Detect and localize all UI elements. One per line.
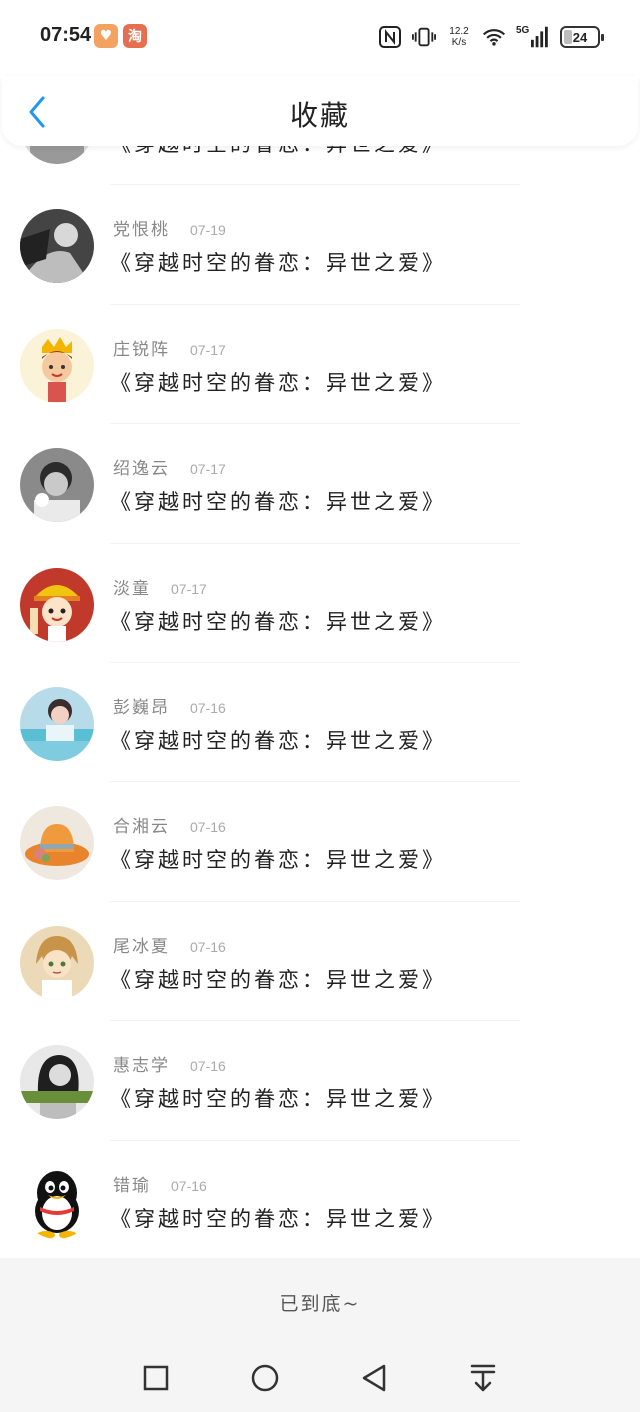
book-title[interactable]: 《穿越时空的眷恋：异世之爱》 — [110, 606, 446, 636]
author-name: 淡童 — [113, 578, 151, 599]
header-bar: 收藏 — [2, 76, 638, 146]
back-triangle-icon — [362, 1364, 386, 1392]
author-name: 尾冰夏 — [113, 936, 170, 957]
recent-apps-icon — [143, 1365, 169, 1391]
wifi-icon — [482, 25, 506, 49]
book-title[interactable]: 《穿越时空的眷恋：异世之爱》 — [110, 486, 446, 516]
book-title[interactable]: 《穿越时空的眷恋：异世之爱》 — [110, 725, 446, 755]
favorite-date: 07-16 — [190, 938, 226, 955]
author-name: 合湘云 — [113, 817, 170, 838]
list-item[interactable]: 错瑜 07-16 《穿越时空的眷恋：异世之爱》 — [20, 1141, 520, 1258]
end-of-list-text: 已到底~ — [0, 1258, 640, 1346]
author-name: 绍逸云 — [113, 459, 170, 480]
item-meta: 庄锐阵 07-17 — [113, 335, 226, 360]
list-item[interactable]: 庄锐阵 07-17 《穿越时空的眷恋：异世之爱》 — [20, 305, 520, 425]
system-back-button[interactable] — [356, 1360, 392, 1396]
list-item[interactable]: 《穿越时空的眷恋：异世之爱》 — [20, 146, 520, 186]
battery-level: 24 — [572, 29, 588, 45]
heart-app-icon: ♥ — [94, 24, 118, 48]
book-title[interactable]: 《穿越时空的眷恋：异世之爱》 — [110, 1203, 446, 1233]
favorite-date: 07-16 — [171, 1177, 207, 1194]
favorite-date: 07-19 — [190, 222, 226, 239]
taobao-icon: 淘 — [123, 24, 147, 48]
network-speed: 12.2 K/s — [446, 26, 472, 48]
book-title[interactable]: 《穿越时空的眷恋：异世之爱》 — [110, 1083, 446, 1113]
list-item[interactable]: 尾冰夏 07-16 《穿越时空的眷恋：异世之爱》 — [20, 902, 520, 1022]
book-title[interactable]: 《穿越时空的眷恋：异世之爱》 — [110, 247, 446, 277]
author-name: 党恨桃 — [113, 220, 170, 241]
list-item[interactable]: 惠志学 07-16 《穿越时空的眷恋：异世之爱》 — [20, 1021, 520, 1141]
item-meta: 绍逸云 07-17 — [113, 454, 226, 479]
status-bar: 07:54 ♥ 淘 12.2 K/s 5G 24 — [0, 0, 640, 76]
author-name: 错瑜 — [113, 1175, 151, 1196]
avatar[interactable] — [20, 209, 94, 284]
avatar[interactable] — [20, 328, 94, 403]
list-item[interactable]: 绍逸云 07-17 《穿越时空的眷恋：异世之爱》 — [20, 424, 520, 544]
item-meta: 合湘云 07-16 — [113, 812, 226, 837]
list-item[interactable]: 淡童 07-17 《穿越时空的眷恋：异世之爱》 — [20, 544, 520, 663]
avatar[interactable] — [20, 806, 94, 881]
author-name: 彭巍昂 — [113, 697, 170, 718]
status-indicators: 12.2 K/s 5G 24 — [378, 20, 604, 54]
avatar[interactable] — [20, 686, 94, 761]
notification-pull-icon — [470, 1364, 496, 1392]
favorite-date: 07-17 — [171, 580, 207, 597]
author-name: 惠志学 — [113, 1056, 170, 1077]
item-meta: 淡童 07-17 — [113, 574, 207, 599]
home-icon — [251, 1364, 279, 1392]
page-title: 收藏 — [289, 99, 350, 132]
notification-pull-button[interactable] — [465, 1360, 501, 1396]
list-item[interactable]: 党恨桃 07-19 《穿越时空的眷恋：异世之爱》 — [20, 185, 520, 305]
favorite-date: 07-16 — [190, 699, 226, 716]
network-type: 5G — [516, 25, 530, 36]
battery-fill — [564, 30, 572, 44]
item-meta: 党恨桃 07-19 — [113, 215, 226, 240]
book-title[interactable]: 《穿越时空的眷恋：异世之爱》 — [110, 146, 446, 158]
item-meta: 惠志学 07-16 — [113, 1051, 226, 1076]
avatar[interactable] — [20, 1164, 94, 1239]
network-speed-value: 12.2 — [449, 26, 469, 37]
item-meta: 彭巍昂 07-16 — [113, 693, 226, 718]
home-button[interactable] — [247, 1360, 283, 1396]
list-item[interactable]: 彭巍昂 07-16 《穿越时空的眷恋：异世之爱》 — [20, 663, 520, 783]
cellular-signal-icon: 5G — [516, 25, 550, 49]
book-title[interactable]: 《穿越时空的眷恋：异世之爱》 — [110, 844, 446, 874]
avatar[interactable] — [20, 146, 94, 164]
book-title[interactable]: 《穿越时空的眷恋：异世之爱》 — [110, 964, 446, 994]
list-item[interactable]: 合湘云 07-16 《穿越时空的眷恋：异世之爱》 — [20, 782, 520, 902]
avatar[interactable] — [20, 448, 94, 523]
favorite-date: 07-16 — [190, 1058, 226, 1075]
favorites-list[interactable]: 《穿越时空的眷恋：异世之爱》党恨桃07-19《穿越时空的眷恋：异世之爱》庄锐阵0… — [0, 146, 640, 1258]
favorite-date: 07-17 — [190, 341, 226, 358]
system-nav-bar — [0, 1346, 640, 1412]
recent-apps-button[interactable] — [138, 1360, 174, 1396]
item-meta: 错瑜 07-16 — [113, 1171, 207, 1196]
book-title[interactable]: 《穿越时空的眷恋：异世之爱》 — [110, 367, 446, 397]
nfc-icon — [378, 25, 402, 49]
avatar[interactable] — [20, 1045, 94, 1120]
avatar[interactable] — [20, 567, 94, 642]
item-meta: 尾冰夏 07-16 — [113, 932, 226, 957]
vibrate-icon — [412, 25, 436, 49]
favorites-list-inner: 《穿越时空的眷恋：异世之爱》党恨桃07-19《穿越时空的眷恋：异世之爱》庄锐阵0… — [0, 146, 640, 1258]
favorite-date: 07-16 — [190, 819, 226, 836]
status-time: 07:54 — [40, 24, 92, 46]
favorite-date: 07-17 — [190, 461, 226, 478]
avatar[interactable] — [20, 925, 94, 1000]
battery-icon: 24 — [560, 26, 604, 48]
network-speed-unit: K/s — [451, 37, 467, 48]
author-name: 庄锐阵 — [113, 339, 170, 360]
